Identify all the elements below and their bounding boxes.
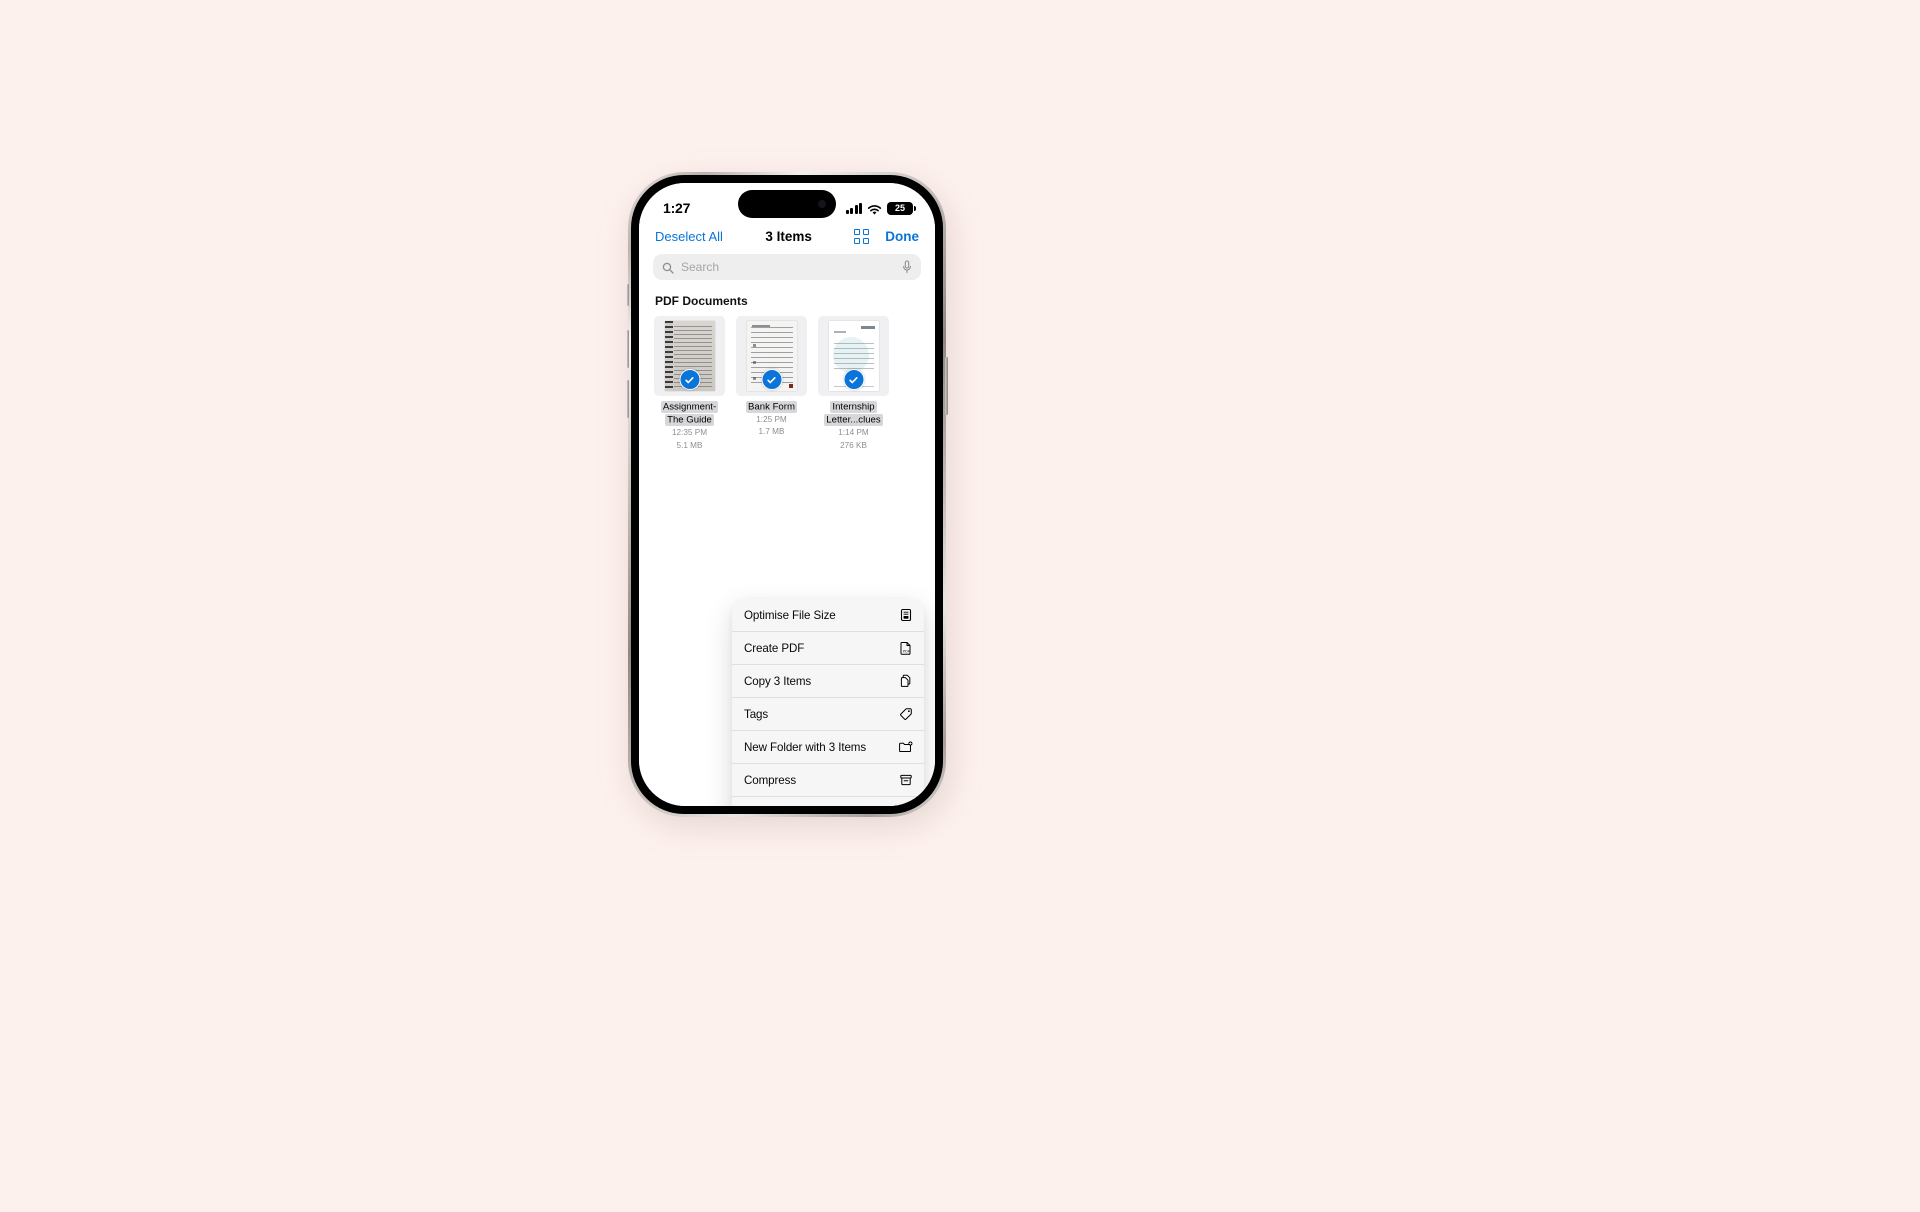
file-name-line2: The Guide	[665, 414, 714, 427]
file-name: Internship Letter...clues	[824, 400, 883, 427]
navigation-bar: Deselect All 3 Items Done	[639, 225, 935, 252]
file-name-line2: Letter...clues	[824, 414, 883, 427]
file-size: 1.7 MB	[758, 427, 785, 437]
context-menu: Optimise File Size Create PDF PDF Copy 3…	[732, 599, 924, 806]
menu-item-label: Compress	[744, 773, 797, 787]
battery-level-label: 25	[894, 203, 905, 213]
file-name: Assignment- The Guide	[660, 400, 719, 427]
file-thumbnail[interactable]	[654, 316, 725, 396]
status-bar: 1:27 25	[639, 183, 935, 225]
svg-text:PDF: PDF	[903, 649, 910, 653]
menu-item-compress[interactable]: Compress	[732, 764, 924, 797]
menu-item-label: Create PDF	[744, 641, 805, 655]
iphone-device-frame: 1:27 25 Deselect All 3 Items Done Search…	[626, 172, 948, 817]
dynamic-island	[738, 190, 836, 218]
file-time: 1:14 PM	[838, 428, 869, 438]
selection-checkmark-icon[interactable]	[843, 369, 864, 390]
new-folder-icon	[898, 740, 913, 755]
file-name-line1: Bank Form	[746, 400, 797, 413]
menu-item-create-pdf[interactable]: Create PDF PDF	[732, 632, 924, 665]
microphone-icon[interactable]	[902, 260, 912, 274]
wifi-icon	[867, 203, 882, 215]
search-icon	[662, 261, 674, 274]
optimise-file-size-icon	[898, 608, 913, 623]
file-grid: Assignment- The Guide 12:35 PM 5.1 MB Ba…	[639, 310, 935, 453]
mute-switch	[626, 284, 629, 306]
file-item[interactable]: Bank Form 1:25 PM 1.7 MB	[735, 316, 808, 453]
menu-item-label: Optimise File Size	[744, 608, 836, 622]
nav-right-actions: Done	[854, 229, 919, 244]
power-button	[945, 357, 948, 415]
battery-icon: 25	[887, 201, 916, 215]
file-item[interactable]: Assignment- The Guide 12:35 PM 5.1 MB	[653, 316, 726, 453]
deselect-all-button[interactable]: Deselect All	[655, 229, 723, 244]
search-container: Search	[639, 252, 935, 286]
create-pdf-icon: PDF	[898, 641, 913, 656]
phone-screen: 1:27 25 Deselect All 3 Items Done Search…	[639, 183, 935, 806]
status-time: 1:27	[663, 200, 691, 216]
volume-up-button	[626, 330, 629, 368]
search-placeholder: Search	[681, 260, 720, 274]
file-name-line1: Assignment-	[660, 400, 719, 413]
file-browser-content: PDF Documents Assignment- The Guide 12:3…	[639, 286, 935, 806]
canvas: 1:27 25 Deselect All 3 Items Done Search…	[0, 0, 1920, 1212]
menu-item-label: New Folder with 3 Items	[744, 740, 867, 754]
menu-item-optimise-file-size[interactable]: Optimise File Size	[732, 599, 924, 632]
file-item[interactable]: Internship Letter...clues 1:14 PM 276 KB	[817, 316, 890, 453]
copy-icon	[898, 674, 913, 689]
file-name-line1: Internship	[830, 400, 877, 413]
volume-down-button	[626, 380, 629, 418]
file-name: Bank Form	[746, 400, 797, 414]
search-input[interactable]: Search	[653, 254, 921, 280]
file-thumbnail[interactable]	[736, 316, 807, 396]
cellular-signal-icon	[845, 202, 862, 214]
selection-checkmark-icon[interactable]	[761, 369, 782, 390]
front-camera-icon	[818, 200, 826, 208]
page-title: 3 Items	[765, 229, 812, 244]
menu-item-label: Tags	[744, 707, 769, 721]
file-time: 1:25 PM	[756, 414, 787, 424]
section-header: PDF Documents	[655, 294, 748, 308]
tag-icon	[898, 707, 913, 722]
file-size: 5.1 MB	[676, 440, 703, 450]
file-time: 12:35 PM	[671, 428, 708, 438]
menu-item-remove-download[interactable]: Remove Download	[732, 797, 924, 806]
phone-bezel: 1:27 25 Deselect All 3 Items Done Search…	[631, 175, 943, 814]
compress-archive-icon	[898, 773, 913, 788]
selection-checkmark-icon[interactable]	[679, 369, 700, 390]
menu-item-tags[interactable]: Tags	[732, 698, 924, 731]
file-size: 276 KB	[840, 440, 867, 450]
file-thumbnail[interactable]	[818, 316, 889, 396]
grid-view-icon[interactable]	[854, 229, 870, 244]
menu-item-new-folder[interactable]: New Folder with 3 Items	[732, 731, 924, 764]
done-button[interactable]: Done	[885, 229, 919, 244]
menu-item-label: Copy 3 Items	[744, 674, 812, 688]
status-indicators: 25	[845, 194, 916, 215]
menu-item-copy[interactable]: Copy 3 Items	[732, 665, 924, 698]
